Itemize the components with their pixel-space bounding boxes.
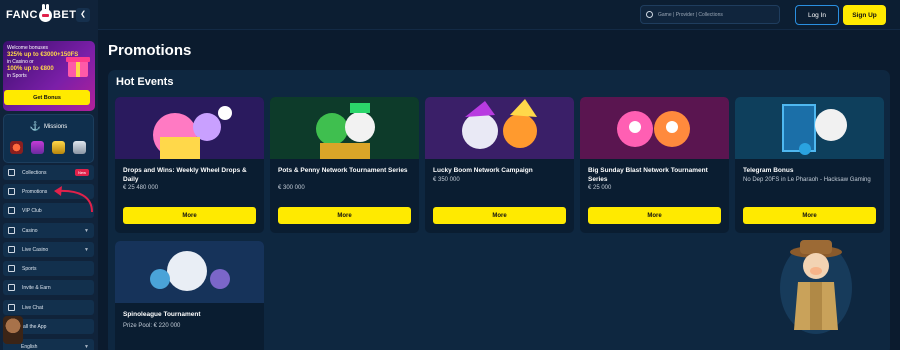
more-button[interactable]: More [123,207,256,224]
logo-text-right: BET [52,9,77,21]
live-casino-icon [8,246,15,253]
sidebar-item-invite-earn[interactable]: Invite & Earn [3,280,94,295]
chevron-left-icon: ❮ [80,11,86,18]
invite-icon [8,284,15,291]
sidebar-item-sports[interactable]: Sports [3,261,94,276]
logo-text-left: FANC [6,9,38,21]
promo-card-title: Big Sunday Blast Network Tournament Seri… [588,167,708,183]
pointer-arrow-icon [54,186,93,213]
sidebar-item-casino[interactable]: Casino ▼ [3,223,94,238]
promo-card[interactable]: Lucky Boom Network Campaign € 350 000 Mo… [425,97,574,233]
chat-icon [8,304,15,311]
trophy-icon[interactable] [52,141,65,154]
sidebar: FANC BET Welcome bonuses 325% up to €300… [0,0,98,350]
get-bonus-button[interactable]: Get Bonus [4,90,90,105]
bunny-logo-icon [38,3,52,22]
gamepad-icon[interactable] [73,141,86,154]
slot-machine-icon[interactable] [31,141,44,154]
gift-icon [66,57,90,77]
logo[interactable]: FANC BET [6,3,77,24]
search-icon [646,11,653,18]
promo-card-prize: € 350 000 [433,177,460,183]
promo-card-image [580,97,729,159]
more-button[interactable]: More [588,207,721,224]
promo-card-image [270,97,419,159]
sidebar-item-collections[interactable]: Collections New [3,165,94,180]
promo-card-prize: € 300 000 [278,185,305,191]
search-bar[interactable] [640,5,780,24]
promo-card-title: Spinoleague Tournament [123,311,201,318]
sidebar-item-label: VIP Club [22,207,42,214]
promo-card-prize: No Dep 20FS in Le Pharaoh - Hacksaw Gami… [743,177,871,183]
sidebar-item-label: Collections [22,169,47,176]
promo-card-title: Lucky Boom Network Campaign [433,167,533,174]
missions-title: ⚓ Missions [4,121,93,132]
promo-card-title: Telegram Bonus [743,167,794,174]
promo-card[interactable]: Pots & Penny Network Tournament Series €… [270,97,419,233]
sidebar-item-label: Sports [22,265,37,272]
missions-panel[interactable]: ⚓ Missions [3,114,94,163]
promo-card-image [735,97,884,159]
promo-card[interactable]: Telegram Bonus No Dep 20FS in Le Pharaoh… [735,97,884,233]
section-title: Hot Events [116,76,174,88]
search-input[interactable] [658,11,778,18]
sidebar-item-label: Casino [22,227,38,234]
promo-card-title: Pots & Penny Network Tournament Series [278,167,408,174]
promo-card[interactable]: Spinoleague Tournament Prize Pool: € 220… [115,241,264,350]
detective-mascot-image [780,240,852,334]
more-button[interactable]: More [743,207,876,224]
promo-card[interactable]: Big Sunday Blast Network Tournament Seri… [580,97,729,233]
promotions-icon [8,188,15,195]
chevron-down-icon: ▼ [84,227,89,234]
login-button[interactable]: Log In [795,5,839,25]
bear-mascot-avatar [3,316,23,344]
crown-icon [8,207,15,214]
more-button[interactable]: More [278,207,411,224]
promo-card-image [425,97,574,159]
casino-icon [8,227,15,234]
chevron-down-icon: ▼ [84,343,89,350]
language-label: English [21,343,38,350]
sidebar-item-label: Invite & Earn [22,284,51,291]
sidebar-item-live-chat[interactable]: Live Chat [3,300,94,315]
promo-card-image [115,97,264,159]
bonus-line: Welcome bonuses [7,45,49,51]
new-badge: New [74,169,89,176]
collections-icon [8,169,15,176]
promo-card-prize: € 25 000 [588,185,612,191]
signup-button[interactable]: Sign Up [843,5,886,25]
sidebar-item-live-casino[interactable]: Live Casino ▼ [3,242,94,257]
sidebar-item-label: Promotions [22,188,48,195]
anchor-icon: ⚓ [29,121,41,131]
sidebar-item-label: Live Chat [22,304,44,311]
promo-card-prize: € 25 480 000 [123,185,159,191]
sports-icon [8,265,15,272]
chevron-down-icon: ▼ [84,246,89,253]
page-title: Promotions [108,42,192,59]
promo-card[interactable]: Drops and Wins: Weekly Wheel Drops & Dai… [115,97,264,233]
missions-label: Missions [43,124,68,131]
promo-card-title: Drops and Wins: Weekly Wheel Drops & Dai… [123,167,247,183]
mission-icons [10,141,86,154]
more-button[interactable]: More [433,207,566,224]
promo-card-image [115,241,264,303]
sidebar-item-label: Live Casino [22,246,49,253]
promo-card-prize: Prize Pool: € 220 000 [123,323,181,329]
collapse-sidebar-button[interactable]: ❮ [76,8,90,22]
roulette-icon[interactable] [10,141,23,154]
